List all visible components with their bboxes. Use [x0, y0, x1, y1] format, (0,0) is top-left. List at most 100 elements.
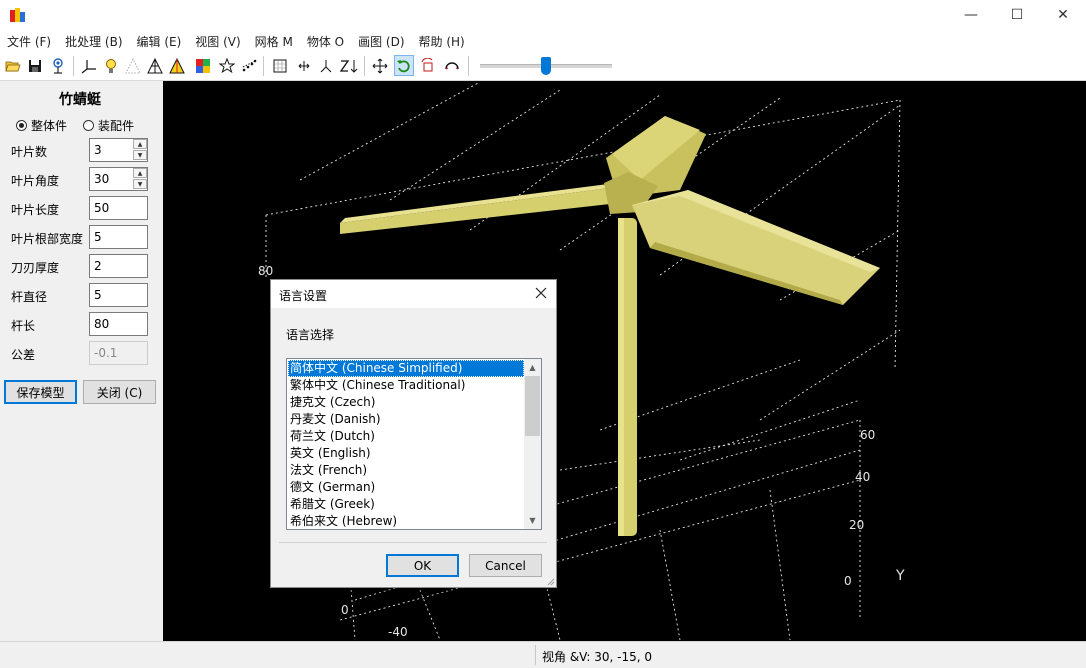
language-option[interactable]: 希伯来文 (Hebrew)	[288, 513, 524, 529]
axis-tick-label: 60	[860, 428, 875, 442]
param-label-rod-length: 杆长	[11, 319, 36, 333]
mode-radio-whole[interactable]: 整体件	[16, 117, 67, 134]
tolerance-input: -0.1	[89, 341, 148, 365]
param-label-root-width: 叶片根部宽度	[11, 232, 84, 246]
minimize-button[interactable]: —	[948, 0, 994, 30]
axis-tick-label: 0	[341, 603, 349, 617]
param-label-rod-diameter: 杆直径	[11, 290, 48, 304]
spin-up-icon[interactable]: ▲	[133, 168, 147, 178]
menu-draw[interactable]: 画图 (D)	[351, 33, 411, 50]
listbox-scrollbar[interactable]: ▲ ▼	[524, 359, 541, 529]
zoom-z-icon[interactable]	[339, 55, 359, 76]
resize-grip-icon[interactable]	[547, 578, 555, 586]
blade-length-input[interactable]: 50	[89, 196, 148, 220]
axis-tick-label: 40	[855, 470, 870, 484]
close-panel-button[interactable]: 关闭 (C)	[83, 380, 156, 404]
language-prompt: 语言选择	[286, 328, 335, 342]
rod-length-input[interactable]: 80	[89, 312, 148, 336]
grid-box-icon[interactable]	[270, 55, 290, 76]
rod-diameter-input[interactable]: 5	[89, 283, 148, 307]
star-icon[interactable]	[217, 55, 237, 76]
move-icon[interactable]	[370, 55, 390, 76]
menu-mesh[interactable]: 网格 M	[248, 33, 300, 50]
dialog-title: 语言设置	[279, 289, 328, 303]
color-map-icon[interactable]	[193, 55, 213, 76]
language-option[interactable]: 希腊文 (Greek)	[288, 496, 524, 513]
language-option[interactable]: 繁体中文 (Chinese Traditional)	[288, 377, 524, 394]
language-option[interactable]: 简体中文 (Chinese Simplified)	[288, 360, 524, 377]
scroll-down-icon[interactable]: ▼	[524, 512, 541, 529]
open-folder-icon[interactable]	[3, 55, 23, 76]
language-option[interactable]: 丹麦文 (Danish)	[288, 411, 524, 428]
dialog-title-bar: 语言设置	[271, 280, 556, 308]
ok-button[interactable]: OK	[386, 554, 459, 577]
lightbulb-icon[interactable]	[101, 55, 121, 76]
axis-tick-label: -40	[388, 625, 408, 639]
language-option[interactable]: 英文 (English)	[288, 445, 524, 462]
toolbar-separator	[263, 56, 264, 76]
network-icon[interactable]	[48, 55, 68, 76]
spin-down-icon[interactable]: ▼	[133, 150, 147, 160]
language-option[interactable]: 德文 (German)	[288, 479, 524, 496]
menu-view[interactable]: 视图 (V)	[188, 33, 247, 50]
menu-batch[interactable]: 批处理 (B)	[58, 33, 129, 50]
scatter-icon[interactable]	[239, 55, 259, 76]
language-option[interactable]: 荷兰文 (Dutch)	[288, 428, 524, 445]
mesh-points-icon[interactable]	[123, 55, 143, 76]
axis-tick-label: 80	[258, 264, 273, 278]
root-width-input[interactable]: 5	[89, 225, 148, 249]
toolbar-separator	[73, 56, 74, 76]
title-bar: — ☐ ✕	[0, 0, 1086, 30]
menu-bar: 文件 (F) 批处理 (B) 编辑 (E) 视图 (V) 网格 M 物体 O 画…	[0, 30, 1086, 52]
menu-object[interactable]: 物体 O	[300, 33, 351, 50]
mode-radio-assembly[interactable]: 装配件	[83, 117, 134, 134]
language-option[interactable]: 法文 (French)	[288, 462, 524, 479]
language-dialog: 语言设置 语言选择 简体中文 (Chinese Simplified) 繁体中文…	[270, 279, 557, 588]
spin-down-icon[interactable]: ▼	[133, 179, 147, 189]
menu-file[interactable]: 文件 (F)	[0, 33, 58, 50]
radio-selected-icon	[16, 120, 27, 131]
rotate-icon[interactable]	[394, 55, 414, 76]
axis-tick-label: 20	[849, 518, 864, 532]
menu-help[interactable]: 帮助 (H)	[412, 33, 472, 50]
status-bar: 视角 &V: 30, -15, 0	[0, 641, 1086, 668]
param-label-blade-angle: 叶片角度	[11, 174, 60, 188]
maximize-button[interactable]: ☐	[994, 0, 1040, 30]
axes-icon[interactable]	[79, 55, 99, 76]
zoom-slider-thumb[interactable]	[541, 57, 551, 75]
toolbar-separator	[468, 56, 469, 76]
axis-tick-label: 0	[844, 574, 852, 588]
view-angle-status: 视角 &V: 30, -15, 0	[542, 650, 653, 664]
save-icon[interactable]	[25, 55, 45, 76]
rod-highlight	[618, 218, 624, 536]
wireframe-triangle-icon[interactable]	[145, 55, 165, 76]
colored-triangle-icon[interactable]	[167, 55, 187, 76]
box-rotate-icon[interactable]	[418, 55, 438, 76]
scroll-up-icon[interactable]: ▲	[524, 359, 541, 376]
close-icon[interactable]	[532, 284, 550, 302]
param-label-edge-thickness: 刀刃厚度	[11, 261, 60, 275]
param-label-tolerance: 公差	[11, 348, 36, 362]
cancel-button[interactable]: Cancel	[469, 554, 542, 577]
param-label-blade-count: 叶片数	[11, 145, 48, 159]
menu-edit[interactable]: 编辑 (E)	[130, 33, 189, 50]
save-model-button[interactable]: 保存模型	[4, 380, 77, 404]
axis-y-icon[interactable]	[316, 55, 336, 76]
language-option[interactable]: 捷克文 (Czech)	[288, 394, 524, 411]
radio-label: 整体件	[31, 119, 68, 133]
status-divider	[535, 645, 536, 665]
edge-thickness-input[interactable]: 2	[89, 254, 148, 278]
resize-icon[interactable]	[294, 55, 314, 76]
language-listbox[interactable]: 简体中文 (Chinese Simplified) 繁体中文 (Chinese …	[286, 358, 542, 530]
scrollbar-thumb[interactable]	[525, 376, 540, 436]
parameter-panel: 竹蜻蜓 整体件 装配件 叶片数 3 ▲ ▼ 叶片角度 30 ▲ ▼ 叶片长度 5…	[0, 81, 163, 641]
app-logo-icon	[10, 8, 25, 22]
spin-up-icon[interactable]: ▲	[133, 139, 147, 149]
close-window-button[interactable]: ✕	[1040, 0, 1086, 30]
arc-icon[interactable]	[442, 55, 462, 76]
param-label-blade-length: 叶片长度	[11, 203, 60, 217]
dialog-divider	[279, 542, 547, 543]
toolbar-separator	[364, 56, 365, 76]
radio-label: 装配件	[98, 119, 135, 133]
panel-title: 竹蜻蜓	[59, 92, 101, 108]
